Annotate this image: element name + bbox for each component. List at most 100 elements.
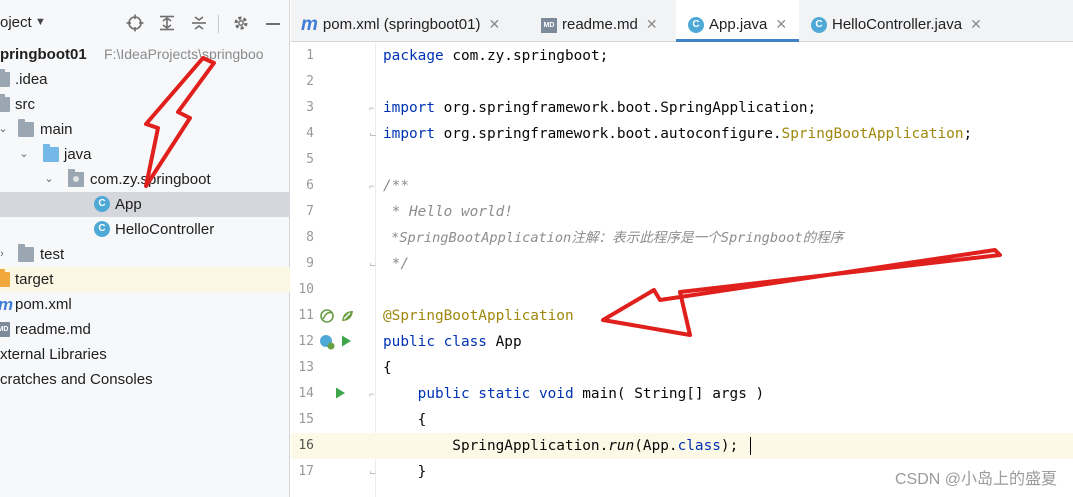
tree-item-package[interactable]: ⌄ com.zy.springboot (0, 167, 290, 192)
close-icon[interactable]: ✕ (775, 0, 787, 48)
maven-icon: m (301, 14, 318, 36)
code-text: */ (383, 256, 409, 272)
maven-icon: m (0, 292, 14, 314)
code-text: { (383, 412, 427, 428)
gutter-icons (333, 386, 347, 400)
markdown-icon: MD (0, 322, 10, 337)
run-icon[interactable] (339, 334, 353, 348)
code-text: public class App (383, 334, 522, 350)
tree-item-label: .idea (15, 71, 48, 88)
tab-label: HelloController.java (832, 16, 963, 33)
tree-item-label: src (15, 96, 35, 113)
tab-app-java[interactable]: C App.java ✕ (676, 0, 800, 42)
fold-icon[interactable]: ⌙ (369, 459, 377, 485)
spring-config-icon[interactable] (339, 308, 355, 324)
tab-pom-xml[interactable]: m pom.xml (springboot01) ✕ (301, 0, 500, 42)
tree-item-path: F:\IdeaProjects\springboo (104, 46, 264, 62)
line-number: 14 (298, 386, 314, 401)
fold-icon[interactable]: ⌙ (369, 251, 377, 277)
tree-item-main[interactable]: ⌄ main (0, 117, 290, 142)
line-number: 5 (306, 152, 314, 167)
close-icon[interactable]: ✕ (488, 0, 500, 48)
tree-item-project-root[interactable]: pringboot01 F:\IdeaProjects\springboo (0, 42, 290, 67)
code-line: 9 ⌙ */ (291, 251, 1073, 277)
tree-item-pom[interactable]: m pom.xml (0, 292, 290, 317)
folder-icon (18, 119, 34, 137)
tree-item-label: java (64, 146, 92, 163)
tree-item-test[interactable]: › test (0, 242, 290, 267)
tree-item-app[interactable]: C App (0, 192, 290, 217)
line-number: 16 (298, 438, 314, 453)
tree-item-idea[interactable]: .idea (0, 67, 290, 92)
tree-item-readme[interactable]: MD readme.md (0, 317, 290, 342)
tab-hellocontroller[interactable]: C HelloController.java ✕ (811, 0, 982, 42)
code-line: 11 @SpringBootApplication (291, 303, 1073, 329)
tab-readme[interactable]: MD readme.md ✕ (541, 0, 658, 42)
line-number: 6 (306, 178, 314, 193)
tree-item-label: App (115, 196, 142, 213)
chevron-down-icon[interactable]: ▼ (35, 16, 46, 28)
class-icon: C (811, 17, 827, 34)
tree-item-label: xternal Libraries (0, 346, 107, 363)
code-line: 7 * Hello world! (291, 199, 1073, 225)
code-text: * Hello world! (383, 204, 513, 220)
spring-boot-icon[interactable] (319, 334, 335, 350)
line-number: 10 (298, 282, 314, 297)
folder-icon (0, 69, 10, 87)
line-number: 9 (306, 256, 314, 271)
tree-item-external-libraries[interactable]: xternal Libraries (0, 342, 290, 367)
hide-icon[interactable] (262, 12, 284, 34)
tree-item-label: cratches and Consoles (0, 371, 153, 388)
tree-item-label: pringboot01 (0, 46, 87, 63)
expand-all-icon[interactable] (156, 12, 178, 34)
gear-icon[interactable] (230, 12, 252, 34)
code-line: 15 { (291, 407, 1073, 433)
code-line: 6 ⌐ /** (291, 173, 1073, 199)
close-icon[interactable]: ✕ (646, 0, 658, 48)
tree-item-target[interactable]: target (0, 267, 290, 292)
code-line: 1 package com.zy.springboot; (291, 43, 1073, 69)
header-divider (218, 15, 219, 33)
tree-item-src[interactable]: src (0, 92, 290, 117)
tab-label: readme.md (562, 16, 638, 33)
spring-bean-icon[interactable] (319, 308, 335, 324)
code-text: { (383, 360, 392, 376)
locate-icon[interactable] (124, 12, 146, 34)
line-number: 15 (298, 412, 314, 427)
fold-icon[interactable]: ⌙ (369, 121, 377, 147)
fold-icon[interactable]: ⌐ (369, 95, 374, 121)
tree-item-java[interactable]: ⌄ java (0, 142, 290, 167)
line-number: 2 (306, 74, 314, 89)
code-line: 13 { (291, 355, 1073, 381)
folder-icon (0, 269, 10, 287)
tree-item-label: pom.xml (15, 296, 72, 313)
editor-tabs: m pom.xml (springboot01) ✕ MD readme.md ✕ CA… (291, 0, 1073, 42)
chevron-down-icon[interactable]: ⌄ (0, 117, 9, 142)
code-editor[interactable]: 1 package com.zy.springboot; 2 3 ⌐ import o… (291, 43, 1073, 497)
fold-icon[interactable]: ⌐ (369, 381, 374, 407)
code-text: import org.springframework.boot.SpringAp… (383, 100, 817, 116)
chevron-right-icon[interactable]: › (0, 242, 8, 267)
gutter-icons (319, 308, 355, 324)
panel-title[interactable]: oject (0, 14, 32, 31)
chevron-down-icon[interactable]: ⌄ (43, 167, 55, 192)
close-icon[interactable]: ✕ (970, 0, 982, 48)
collapse-all-icon[interactable] (188, 12, 210, 34)
code-line: 10 (291, 277, 1073, 303)
tree-item-label: com.zy.springboot (90, 171, 211, 188)
code-text: @SpringBootApplication (383, 308, 574, 324)
line-number: 7 (306, 204, 314, 219)
watermark: CSDN @小岛上的盛夏 (894, 471, 1057, 488)
tree-item-label: HelloController (115, 221, 215, 238)
fold-icon[interactable]: ⌐ (369, 173, 374, 199)
chevron-down-icon[interactable]: ⌄ (18, 142, 30, 167)
tree-item-hellocontroller[interactable]: C HelloController (0, 217, 290, 242)
gutter-icons (319, 334, 353, 350)
line-number: 3 (306, 100, 314, 115)
folder-icon (18, 244, 34, 262)
tree-item-scratches[interactable]: cratches and Consoles (0, 367, 290, 392)
code-line: 5 (291, 147, 1073, 173)
line-number: 13 (298, 360, 314, 375)
run-icon[interactable] (333, 386, 347, 400)
project-panel: oject ▼ pringboot01 F:\IdeaProjects\spri… (0, 0, 290, 497)
